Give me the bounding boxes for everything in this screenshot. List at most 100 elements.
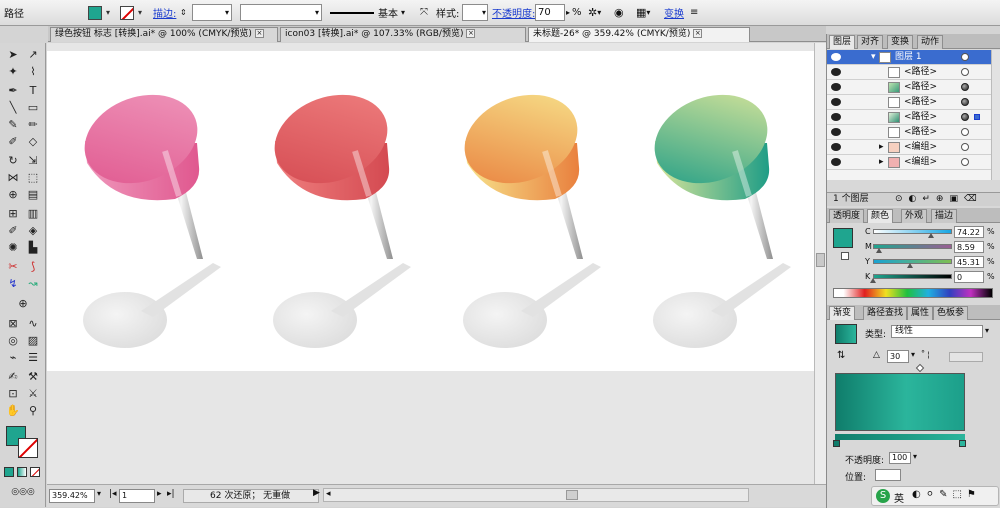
rotate-tool-icon[interactable]: ↻ (4, 153, 22, 168)
target-icon[interactable] (961, 143, 969, 151)
target-icon[interactable] (961, 128, 969, 136)
layer-row-layer1[interactable]: ▾ 图层 1 (827, 50, 991, 65)
tab-appearance[interactable]: 外观 (901, 209, 928, 223)
selection-tool-icon[interactable]: ➤ (4, 47, 22, 62)
layer-row[interactable]: ▸ <编组> (827, 155, 991, 170)
target-icon[interactable] (961, 98, 969, 106)
vertical-scrollbar[interactable] (814, 43, 826, 484)
dropdown-arrow-icon[interactable]: ▾ (985, 326, 989, 335)
direct-selection-tool-icon[interactable]: ↗ (24, 47, 42, 62)
stroke-weight-dropdown[interactable]: ▾ (192, 4, 232, 21)
color-mode-icon[interactable] (4, 467, 14, 477)
close-icon[interactable]: × (254, 29, 264, 38)
pencil-icon[interactable]: ✏ (24, 117, 42, 132)
ime-language[interactable]: 英 (894, 490, 904, 505)
pushpin[interactable] (262, 80, 411, 348)
brush-definition-dropdown[interactable]: 基本 ▾ (330, 4, 414, 21)
list-icon[interactable]: ☰ (24, 350, 42, 365)
tab-color[interactable]: 颜色 (867, 209, 894, 223)
channel-c-slider[interactable] (873, 229, 952, 234)
graphic-style-dropdown[interactable]: ▾ (462, 4, 488, 21)
spiral-icon[interactable]: ◎ (4, 333, 22, 348)
measure-icon[interactable]: ⚒ (24, 369, 42, 384)
eye-icon[interactable] (831, 53, 841, 61)
eye-icon[interactable] (831, 113, 841, 121)
expand-icon[interactable]: ▸ (879, 140, 884, 155)
close-icon[interactable]: × (466, 29, 476, 38)
paintbrush-icon[interactable]: ✎ (4, 117, 22, 132)
layer-row[interactable]: <路径> (827, 95, 991, 110)
channel-c-handle[interactable] (928, 233, 934, 238)
channel-m-value[interactable]: 8.59 (954, 241, 984, 253)
next-page-icon[interactable]: ▸ (157, 489, 162, 499)
horizontal-scrollbar[interactable]: ◂ (323, 488, 749, 502)
artboard-tool-icon[interactable]: ✂ (4, 259, 22, 274)
symbol-sprayer-icon[interactable]: ✺ (4, 240, 22, 255)
width-tool-icon[interactable]: ⋈ (4, 170, 22, 185)
pushpin[interactable] (452, 80, 601, 348)
eye-icon[interactable] (831, 98, 841, 106)
type-tool-icon[interactable]: T (24, 83, 42, 98)
zoom-tool-icon[interactable]: ⚲ (24, 403, 42, 418)
expand-icon[interactable]: ▾ (871, 50, 876, 65)
hand-tool-icon[interactable]: ✋ (4, 403, 22, 418)
pushpin[interactable] (72, 80, 221, 348)
free-transform-icon[interactable]: ⬚ (24, 170, 42, 185)
knife-icon[interactable]: ⚔ (24, 386, 42, 401)
none-mode-icon[interactable] (30, 467, 40, 477)
gradient-stop-right[interactable] (959, 440, 966, 447)
scroll-left-icon[interactable]: ◂ (326, 489, 331, 499)
gradient-midpoint[interactable] (915, 363, 925, 373)
tab-swatches[interactable]: 色板参 (933, 306, 969, 320)
slice-tool-icon[interactable]: ⟆ (24, 259, 42, 274)
status-info[interactable]: 62 次还原； 无重做 (183, 489, 319, 503)
target-icon[interactable] (961, 68, 969, 76)
artboard[interactable] (47, 51, 814, 371)
target-icon[interactable] (961, 158, 969, 166)
opacity-link[interactable]: 不透明度: (492, 4, 535, 21)
channel-c-value[interactable]: 74.22 (954, 226, 984, 238)
artboard-icon[interactable]: ⊡ (4, 386, 22, 401)
gradient-tool-icon[interactable]: ▥ (24, 206, 42, 221)
page-dropdown[interactable]: 1 (119, 489, 155, 503)
aspect-ratio-icon[interactable]: ¦ (927, 350, 930, 359)
expand-icon[interactable]: ▸ (879, 155, 884, 170)
channel-k-handle[interactable] (870, 278, 876, 283)
first-page-icon[interactable]: |◂ (109, 489, 117, 499)
tab-gradient[interactable]: 渐变 (829, 306, 856, 320)
envelope-icon[interactable]: ⊠ (4, 316, 22, 331)
layer-row[interactable]: <路径> (827, 80, 991, 95)
pushpin[interactable] (642, 80, 791, 348)
zoom-dropdown[interactable]: 359.42% (49, 489, 95, 503)
document-canvas[interactable] (47, 43, 814, 484)
eraser-icon[interactable]: ◇ (24, 134, 42, 149)
layer-row[interactable]: <路径> (827, 125, 991, 140)
rectangle-tool-icon[interactable]: ▭ (24, 100, 42, 115)
channel-m-handle[interactable] (876, 248, 882, 253)
twirl-tool-icon[interactable]: ↝ (24, 276, 42, 291)
status-menu-arrow[interactable]: ▶ (313, 488, 320, 498)
layer-actions-icons[interactable]: ⊙◐↵⊕▣⌫ (895, 193, 983, 206)
line-tool-icon[interactable]: ╲ (4, 100, 22, 115)
ime-tool-icons[interactable]: ◐⚪✎⬚⚑ (912, 489, 981, 500)
blob-brush-icon[interactable]: ✐ (4, 134, 22, 149)
eye-icon[interactable] (831, 128, 841, 136)
warp-tool-icon[interactable]: ↯ (4, 276, 22, 291)
channel-k-value[interactable]: 0 (954, 271, 984, 283)
wave-icon[interactable]: ∿ (24, 316, 42, 331)
mesh-tool-icon[interactable]: ⊞ (4, 206, 22, 221)
chart-icon[interactable]: ▨ (24, 333, 42, 348)
eye-icon[interactable] (831, 83, 841, 91)
tab-pathfinder[interactable]: 路径查找 (863, 306, 908, 320)
h-scroll-thumb[interactable] (566, 490, 578, 500)
shape-builder-icon[interactable]: ⊕ (4, 187, 22, 202)
tab-layers[interactable]: 图层 (829, 35, 856, 49)
eye-icon[interactable] (831, 143, 841, 151)
tab-align[interactable]: 对齐 (857, 35, 884, 49)
scroll-thumb[interactable] (816, 253, 825, 267)
gradient-type-dropdown[interactable]: 线性 (891, 325, 983, 338)
eyedropper-icon[interactable]: ✐ (4, 223, 22, 238)
opacity-arrow[interactable]: ▸ (566, 4, 570, 21)
pen-tool-icon[interactable]: ✒ (4, 83, 22, 98)
tab-actions[interactable]: 动作 (917, 35, 944, 49)
